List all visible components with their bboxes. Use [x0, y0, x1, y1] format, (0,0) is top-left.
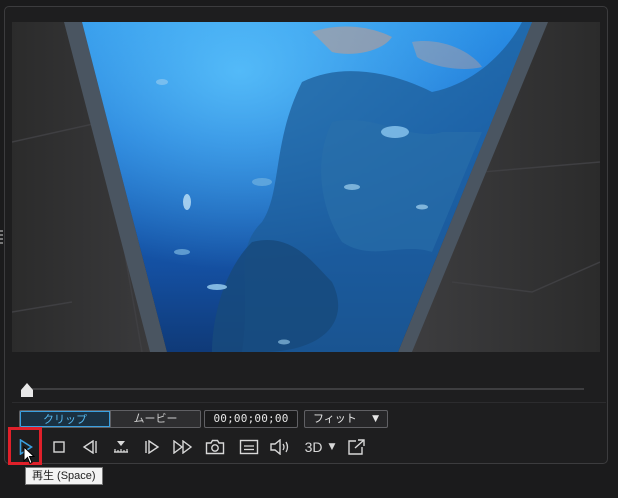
- seek-bar[interactable]: [22, 388, 584, 390]
- timecode-display[interactable]: 00;00;00;00: [204, 410, 298, 428]
- undock-button[interactable]: [346, 436, 368, 458]
- clip-mode-button[interactable]: クリップ: [20, 411, 110, 427]
- subtitle-button[interactable]: [238, 436, 260, 458]
- split-icon: [114, 441, 128, 453]
- video-preview: [12, 22, 600, 352]
- fast-forward-icon: [173, 440, 193, 454]
- aquarium-video-frame: [12, 22, 600, 352]
- seek-handle[interactable]: [21, 383, 33, 397]
- external-window-icon: [348, 439, 365, 455]
- subtitle-icon: [239, 439, 259, 455]
- stop-button[interactable]: [50, 436, 68, 458]
- mouse-cursor-icon: [23, 446, 35, 465]
- fast-forward-button[interactable]: [172, 436, 194, 458]
- volume-button[interactable]: [268, 436, 292, 458]
- preview-mode-toggle: クリップ ムービー: [19, 410, 201, 428]
- previous-frame-button[interactable]: [80, 436, 100, 458]
- tooltip: 再生 (Space): [25, 467, 103, 485]
- previous-frame-icon: [82, 440, 97, 454]
- dropdown-arrow-icon: ▼: [372, 414, 379, 424]
- caret-down-icon: ▼: [328, 442, 336, 452]
- speaker-icon: [270, 439, 289, 455]
- movie-mode-button[interactable]: ムービー: [110, 411, 200, 427]
- next-frame-icon: [145, 440, 160, 454]
- zoom-dropdown-value: フィット: [313, 412, 357, 425]
- snapshot-button[interactable]: [204, 436, 226, 458]
- next-frame-button[interactable]: [142, 436, 162, 458]
- camera-icon: [205, 439, 225, 455]
- 3d-icon: 3D: [304, 439, 323, 455]
- panel-resize-handle[interactable]: [0, 230, 3, 244]
- split-button[interactable]: [110, 436, 132, 458]
- stop-icon: [53, 441, 65, 453]
- zoom-dropdown[interactable]: フィット ▼: [304, 410, 388, 428]
- 3d-button[interactable]: 3D ▼: [300, 436, 340, 458]
